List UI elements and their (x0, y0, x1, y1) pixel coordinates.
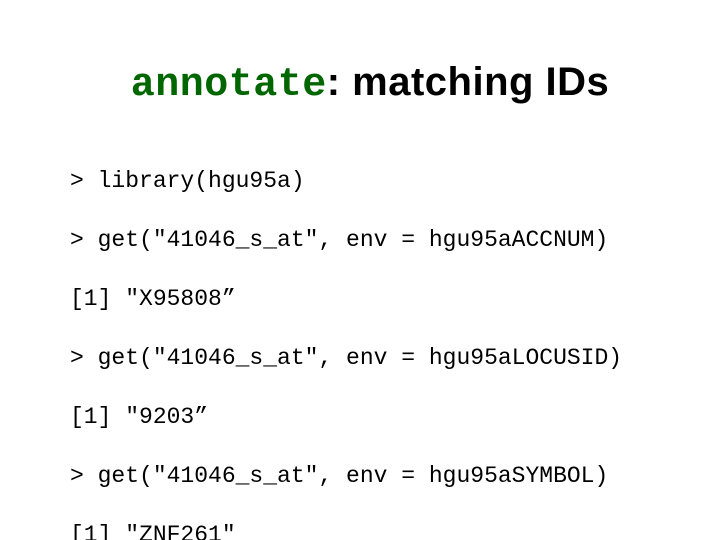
title-keyword: annotate (131, 63, 327, 108)
code-line: [1] "X95808” (70, 285, 670, 314)
code-line: > library(hgu95a) (70, 167, 670, 196)
slide: annotate: matching IDs > library(hgu95a)… (0, 0, 720, 540)
code-line: [1] "9203” (70, 403, 670, 432)
code-line: > get("41046_s_at", env = hgu95aACCNUM) (70, 226, 670, 255)
slide-title: annotate: matching IDs (70, 60, 670, 108)
title-rest: : matching IDs (327, 60, 610, 104)
code-line: > get("41046_s_at", env = hgu95aLOCUSID) (70, 344, 670, 373)
code-block: > library(hgu95a) > get("41046_s_at", en… (70, 138, 670, 540)
code-line: > get("41046_s_at", env = hgu95aSYMBOL) (70, 462, 670, 491)
code-line: [1] "ZNF261" (70, 521, 670, 540)
